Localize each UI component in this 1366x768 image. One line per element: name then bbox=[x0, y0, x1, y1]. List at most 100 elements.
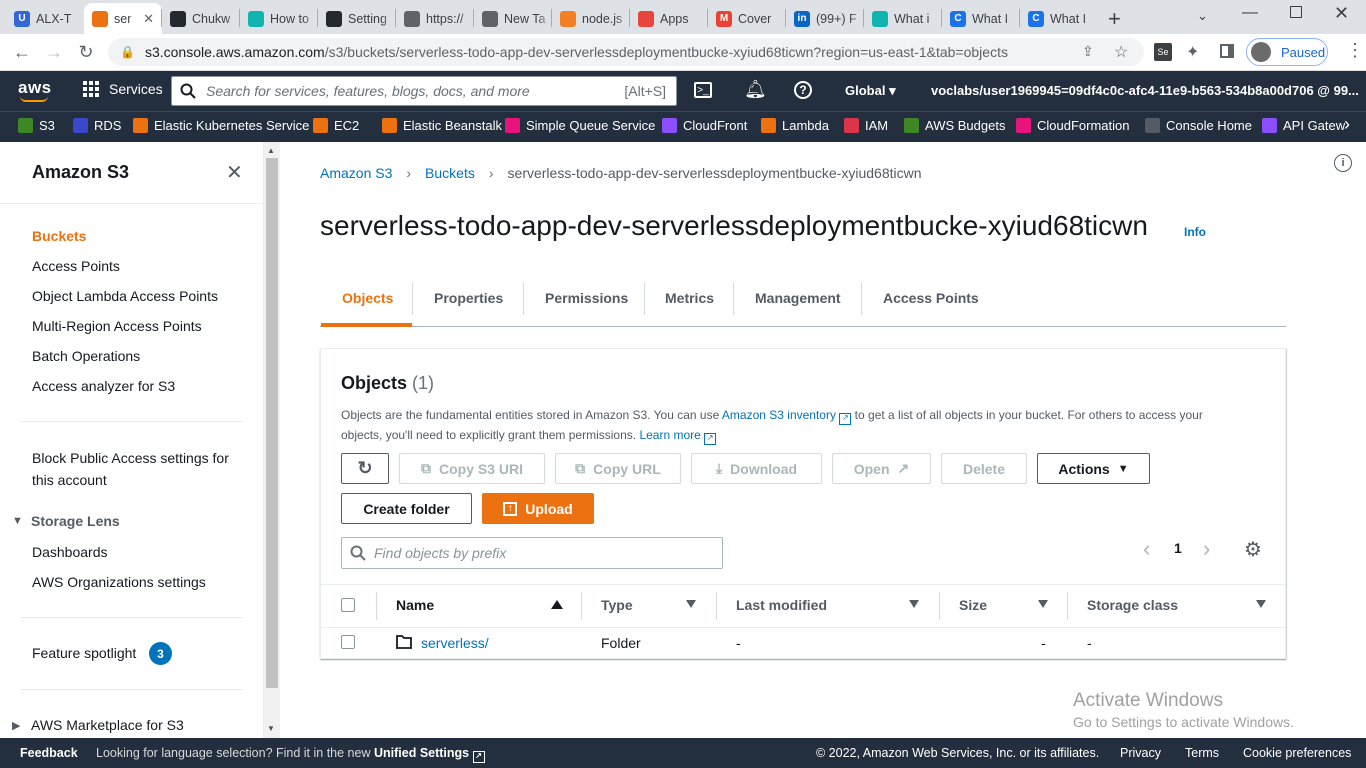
scroll-up-icon[interactable]: ▲ bbox=[267, 146, 275, 155]
sidebar-item-marketplace[interactable]: AWS Marketplace for S3 bbox=[31, 717, 184, 733]
learn-more-link[interactable]: Learn more ↗ bbox=[639, 428, 717, 445]
browser-menu-icon[interactable]: ⋮ bbox=[1346, 40, 1364, 61]
profile-button[interactable]: Paused bbox=[1246, 38, 1328, 66]
browser-tab[interactable]: New Ta bbox=[474, 3, 552, 34]
favorite-link[interactable]: AWS Budgets bbox=[904, 118, 1005, 133]
favorite-link[interactable]: Console Home bbox=[1145, 118, 1252, 133]
unified-settings-link[interactable]: Unified Settings ↗ bbox=[374, 746, 485, 763]
browser-tab[interactable]: Setting bbox=[318, 3, 396, 34]
selenium-extension-icon[interactable]: Se bbox=[1154, 43, 1172, 61]
browser-tab[interactable]: C What I bbox=[942, 3, 1020, 34]
page-number[interactable]: 1 bbox=[1174, 540, 1182, 556]
favorite-link[interactable]: S3 bbox=[18, 118, 55, 133]
feedback-link[interactable]: Feedback bbox=[20, 746, 78, 760]
sidebar-scrollbar[interactable]: ▲ ▼ bbox=[264, 142, 280, 738]
browser-tab[interactable]: ser ✕ bbox=[84, 3, 162, 34]
favorite-link[interactable]: EC2 bbox=[313, 118, 359, 133]
aws-logo[interactable]: aws bbox=[18, 78, 52, 98]
bookmark-star-icon[interactable]: ☆ bbox=[1114, 42, 1128, 62]
close-window-icon[interactable]: ✕ bbox=[1334, 3, 1349, 24]
forward-icon[interactable]: → bbox=[42, 40, 66, 64]
tab-properties[interactable]: Properties bbox=[434, 290, 503, 306]
sort-icon[interactable] bbox=[686, 600, 696, 608]
prev-page-icon[interactable]: ‹ bbox=[1143, 536, 1150, 562]
sidebar-item-access-analyzer[interactable]: Access analyzer for S3 bbox=[32, 378, 175, 394]
sidebar-item-batch-operations[interactable]: Batch Operations bbox=[32, 348, 140, 364]
sort-icon[interactable] bbox=[1038, 600, 1048, 608]
cookie-preferences-link[interactable]: Cookie preferences bbox=[1243, 746, 1351, 760]
actions-dropdown[interactable]: Actions ▼ bbox=[1037, 453, 1150, 484]
sort-icon[interactable] bbox=[909, 600, 919, 608]
scroll-down-icon[interactable]: ▼ bbox=[267, 724, 275, 733]
browser-tab[interactable]: Chukw bbox=[162, 3, 240, 34]
sidebar-item-object-lambda[interactable]: Object Lambda Access Points bbox=[32, 288, 218, 304]
upload-button[interactable]: ↑ Upload bbox=[482, 493, 594, 524]
column-name[interactable]: Name bbox=[396, 597, 434, 613]
sort-ascending-icon[interactable] bbox=[551, 600, 563, 609]
terms-link[interactable]: Terms bbox=[1185, 746, 1219, 760]
copy-s3-uri-button[interactable]: ⧉ Copy S3 URI bbox=[399, 453, 545, 484]
address-bar[interactable]: 🔒 s3.console.aws.amazon.com/s3/buckets/s… bbox=[108, 38, 1144, 66]
reload-icon[interactable]: ↻ bbox=[74, 40, 98, 64]
restore-icon[interactable] bbox=[1290, 6, 1302, 18]
favorites-scroll-right-icon[interactable]: › bbox=[1344, 114, 1350, 135]
breadcrumb-amazon-s3[interactable]: Amazon S3 bbox=[320, 165, 392, 181]
browser-tab[interactable]: C What I bbox=[1020, 3, 1098, 34]
caret-down-icon[interactable]: ▼ bbox=[12, 515, 23, 527]
favorite-link[interactable]: Elastic Kubernetes Service bbox=[133, 118, 309, 133]
open-button[interactable]: Open ↗ bbox=[832, 453, 931, 484]
sort-icon[interactable] bbox=[1256, 600, 1266, 608]
favorite-link[interactable]: Simple Queue Service bbox=[505, 118, 655, 133]
favorite-link[interactable]: RDS bbox=[73, 118, 121, 133]
tab-management[interactable]: Management bbox=[755, 290, 841, 306]
scrollbar-thumb[interactable] bbox=[266, 158, 278, 688]
help-panel-icon[interactable]: i bbox=[1334, 154, 1352, 172]
share-icon[interactable]: ⇪ bbox=[1082, 43, 1094, 60]
create-folder-button[interactable]: Create folder bbox=[341, 493, 472, 524]
notifications-icon[interactable]: 🔔︎ bbox=[744, 79, 767, 100]
minimize-icon[interactable]: — bbox=[1242, 4, 1258, 22]
favorite-link[interactable]: Elastic Beanstalk bbox=[382, 118, 502, 133]
browser-tab[interactable]: How to bbox=[240, 3, 318, 34]
sidebar-item-access-points[interactable]: Access Points bbox=[32, 258, 120, 274]
select-all-checkbox[interactable] bbox=[341, 598, 355, 612]
favorite-link[interactable]: CloudFront bbox=[662, 118, 747, 133]
settings-gear-icon[interactable]: ⚙ bbox=[1244, 537, 1262, 562]
browser-tab[interactable]: node.js bbox=[552, 3, 630, 34]
table-row[interactable]: serverless/ Folder - - - bbox=[321, 628, 1285, 658]
browser-tab[interactable]: M Cover bbox=[708, 3, 786, 34]
favorite-link[interactable]: API Gatew bbox=[1262, 118, 1345, 133]
tab-objects[interactable]: Objects bbox=[342, 290, 393, 306]
browser-tab[interactable]: in (99+) F bbox=[786, 3, 864, 34]
row-checkbox[interactable] bbox=[341, 635, 355, 649]
sidebar-item-multi-region[interactable]: Multi-Region Access Points bbox=[32, 318, 202, 334]
column-size[interactable]: Size bbox=[959, 597, 987, 613]
back-icon[interactable]: ← bbox=[10, 40, 34, 64]
close-sidebar-icon[interactable]: ✕ bbox=[226, 160, 243, 185]
browser-tab[interactable]: Apps bbox=[630, 3, 708, 34]
account-menu[interactable]: voclabs/user1969945=09df4c0c-afc4-11e9-b… bbox=[931, 83, 1361, 98]
tab-search-icon[interactable]: ⌄ bbox=[1197, 8, 1208, 24]
sidebar-section-storage-lens[interactable]: Storage Lens bbox=[31, 513, 120, 529]
tab-metrics[interactable]: Metrics bbox=[665, 290, 714, 306]
favorite-link[interactable]: CloudFormation bbox=[1016, 118, 1130, 133]
sidebar-item-buckets[interactable]: Buckets bbox=[32, 228, 86, 244]
sidebar-item-feature-spotlight[interactable]: Feature spotlight bbox=[32, 645, 136, 661]
tab-permissions[interactable]: Permissions bbox=[545, 290, 628, 306]
sidebar-item-block-public-access[interactable]: Block Public Access settings for this ac… bbox=[32, 447, 242, 491]
copy-url-button[interactable]: ⧉ Copy URL bbox=[555, 453, 681, 484]
next-page-icon[interactable]: › bbox=[1203, 536, 1210, 562]
caret-right-icon[interactable]: ▶ bbox=[12, 719, 20, 732]
favorite-link[interactable]: Lambda bbox=[761, 118, 829, 133]
new-tab-button[interactable]: + bbox=[1108, 6, 1121, 32]
object-name-link[interactable]: serverless/ bbox=[421, 635, 489, 651]
column-storage-class[interactable]: Storage class bbox=[1087, 597, 1178, 613]
breadcrumb-buckets[interactable]: Buckets bbox=[425, 165, 475, 181]
region-selector[interactable]: Global ▾ bbox=[845, 83, 896, 99]
close-tab-icon[interactable]: ✕ bbox=[143, 11, 154, 27]
refresh-button[interactable]: ↻ bbox=[341, 453, 389, 484]
download-button[interactable]: ⤓ Download bbox=[691, 453, 822, 484]
find-objects-input[interactable]: Find objects by prefix bbox=[341, 537, 723, 569]
inventory-link[interactable]: Amazon S3 inventory ↗ bbox=[722, 408, 852, 425]
extensions-icon[interactable]: ✦ bbox=[1186, 42, 1199, 62]
